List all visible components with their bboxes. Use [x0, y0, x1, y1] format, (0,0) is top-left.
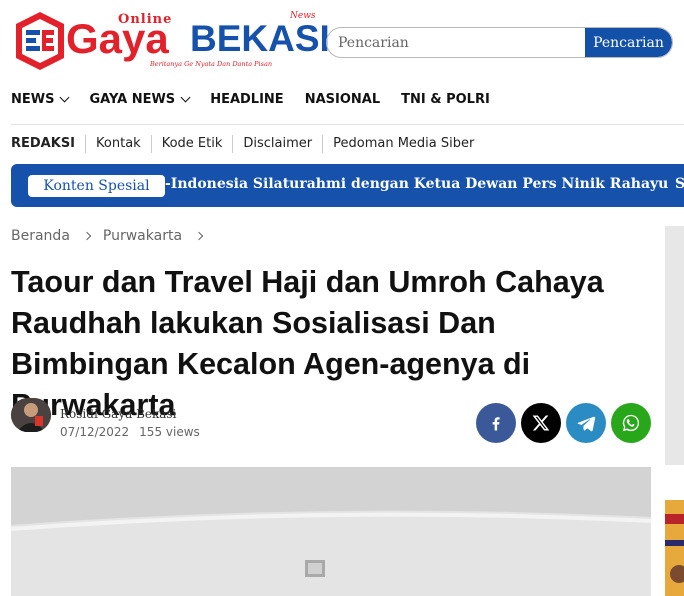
hero-photo — [11, 467, 651, 596]
sidebar-ad-slot[interactable] — [665, 226, 684, 465]
article-meta: 07/12/2022 155 views — [60, 425, 200, 439]
article-title: Taour dan Travel Haji dan Umroh Cahaya R… — [11, 265, 604, 422]
nav-item-label: NEWS — [11, 91, 55, 107]
nav-link-pedoman-media-siber[interactable]: Pedoman Media Siber — [322, 135, 484, 153]
share-telegram-button[interactable] — [566, 403, 606, 443]
sidebar-ad-banner[interactable] — [665, 500, 684, 596]
author-name[interactable]: Rosidi Gaya Bekasi — [60, 407, 176, 421]
share-x-button[interactable] — [521, 403, 561, 443]
nav-divider — [11, 124, 684, 125]
logo-news: News — [290, 11, 316, 21]
breadcrumb: Beranda Purwakarta — [11, 228, 220, 244]
nav-item-headline[interactable]: HEADLINE — [210, 90, 284, 108]
telegram-icon — [577, 416, 596, 432]
ticker-badge: Konten Spesial — [28, 175, 165, 197]
share-facebook-button[interactable] — [476, 403, 516, 443]
share-whatsapp-button[interactable] — [611, 403, 651, 443]
ticker-next-headline[interactable]: S — [675, 176, 684, 192]
chevron-down-icon — [180, 92, 191, 103]
chevron-down-icon — [60, 92, 70, 103]
nav-link-kontak[interactable]: Kontak — [85, 135, 151, 153]
secondary-nav: REDAKSI Kontak Kode Etik Disclaimer Pedo… — [11, 135, 484, 153]
nav-item-label: NASIONAL — [304, 91, 381, 107]
nav-item-news[interactable]: NEWS — [11, 90, 70, 108]
logo-bekasi: BEKASI — [190, 18, 330, 59]
search-form: Pencarian — [326, 27, 673, 58]
nav-item-label: GAYA NEWS — [89, 91, 176, 107]
author-avatar[interactable] — [11, 398, 51, 432]
facebook-icon — [492, 417, 500, 431]
news-ticker: Konten Spesial -Indonesia Silaturahmi de… — [11, 164, 684, 207]
x-icon — [532, 415, 550, 431]
chevron-right-icon — [194, 231, 204, 241]
whatsapp-icon — [622, 414, 640, 432]
logo-gaya: Gaya — [66, 15, 169, 62]
article-views: 155 views — [139, 425, 200, 439]
search-input[interactable] — [327, 28, 598, 57]
nav-item-gaya-news[interactable]: GAYA NEWS — [89, 90, 191, 108]
avatar-image — [11, 398, 51, 432]
article-date: 07/12/2022 — [60, 425, 130, 439]
nav-item-label: TNI & POLRI — [401, 91, 490, 107]
article-hero-image — [11, 467, 651, 596]
nav-item-nasional[interactable]: NASIONAL — [305, 90, 380, 108]
nav-item-tni-polri[interactable]: TNI & POLRI — [401, 90, 490, 108]
breadcrumb-category[interactable]: Purwakarta — [103, 228, 182, 244]
sidebar-ad-image — [665, 500, 684, 596]
nav-item-label: HEADLINE — [210, 91, 284, 107]
logo-tagline: Beritanya Ge Nyata Dan Danta Pisan — [150, 60, 273, 68]
chevron-right-icon — [82, 231, 92, 241]
main-nav: NEWS GAYA NEWS HEADLINE NASIONAL TNI & P… — [11, 90, 511, 108]
nav-link-kode-etik[interactable]: Kode Etik — [150, 135, 233, 153]
nav-link-disclaimer[interactable]: Disclaimer — [232, 135, 322, 153]
breadcrumb-home[interactable]: Beranda — [11, 228, 70, 244]
nav-link-redaksi[interactable]: REDAKSI — [11, 135, 85, 153]
ticker-headline-link[interactable]: -Indonesia Silaturahmi dengan Ketua Dewa… — [165, 176, 668, 192]
search-button[interactable]: Pencarian — [585, 28, 672, 57]
